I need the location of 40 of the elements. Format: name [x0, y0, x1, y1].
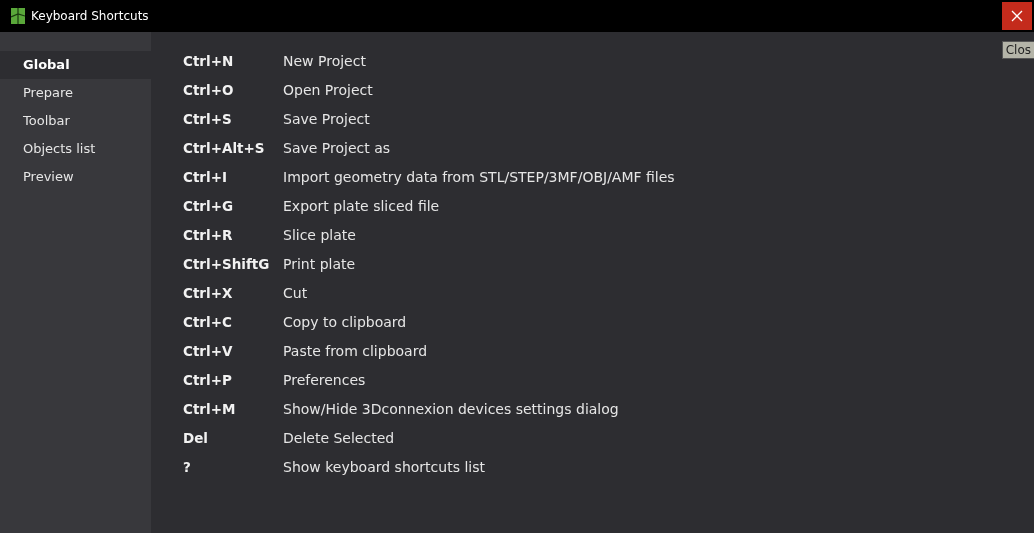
shortcut-key: Ctrl+P [183, 371, 283, 388]
shortcut-action: Delete Selected [283, 429, 395, 446]
shortcut-key: Ctrl+Alt+S [183, 139, 283, 156]
sidebar-item[interactable]: Toolbar [0, 107, 151, 135]
shortcut-key: Ctrl+G [183, 197, 283, 214]
shortcut-action: Cut [283, 284, 308, 301]
sidebar-item[interactable]: Preview [0, 163, 151, 191]
shortcut-key: Ctrl+I [183, 168, 283, 185]
tooltip: Clos [1001, 41, 1034, 59]
close-button[interactable] [1002, 2, 1032, 30]
shortcut-key: Ctrl+X [183, 284, 283, 301]
shortcut-action: Paste from clipboard [283, 342, 428, 359]
shortcut-action: Slice plate [283, 226, 356, 243]
window-title: Keyboard Shortcuts [31, 9, 149, 23]
shortcut-action: Import geometry data from STL/STEP/3MF/OBJ/AMF files [283, 168, 675, 185]
shortcut-key: Ctrl+R [183, 226, 283, 243]
shortcut-action: Export plate sliced file [283, 197, 440, 214]
shortcut-key: Ctrl+N [183, 52, 283, 69]
shortcut-action: Preferences [283, 371, 366, 388]
shortcut-action: Show keyboard shortcuts list [283, 458, 485, 475]
shortcut-key: Ctrl+ShiftG [183, 255, 283, 272]
shortcut-action: Show/Hide 3Dconnexion devices settings dialog [283, 400, 619, 417]
shortcut-action: Print plate [283, 255, 356, 272]
shortcut-key: ? [183, 458, 283, 475]
shortcut-action: Save Project as [283, 139, 391, 156]
shortcut-key: Ctrl+S [183, 110, 283, 127]
shortcut-action: Copy to clipboard [283, 313, 407, 330]
sidebar-item[interactable]: Objects list [0, 135, 151, 163]
shortcut-key: Del [183, 429, 283, 446]
app-logo-icon [11, 8, 25, 24]
shortcut-action: Open Project [283, 81, 373, 98]
shortcut-key: Ctrl+M [183, 400, 283, 417]
shortcut-key: Ctrl+C [183, 313, 283, 330]
shortcut-key: Ctrl+O [183, 81, 283, 98]
sidebar-item[interactable]: Global [0, 51, 151, 79]
close-icon [1011, 10, 1023, 22]
shortcut-key: Ctrl+V [183, 342, 283, 359]
sidebar-item[interactable]: Prepare [0, 79, 151, 107]
shortcut-action: New Project [283, 52, 366, 69]
shortcut-action: Save Project [283, 110, 370, 127]
